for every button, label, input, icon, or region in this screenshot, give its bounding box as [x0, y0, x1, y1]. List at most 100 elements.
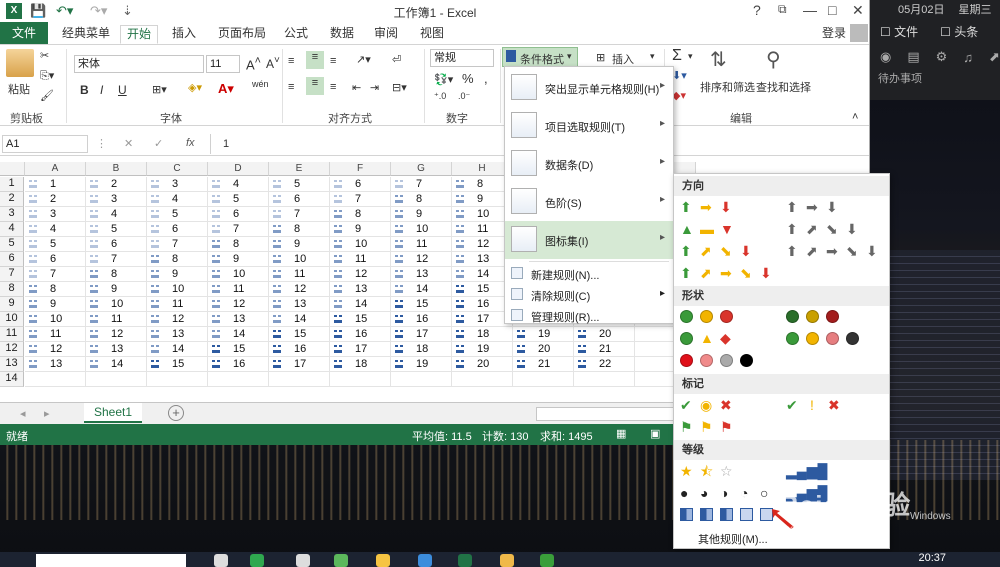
- align-middle-icon[interactable]: ≡: [306, 51, 324, 69]
- table-cell[interactable]: 6: [208, 207, 269, 222]
- table-cell[interactable]: 12: [86, 327, 147, 342]
- arrow-icon[interactable]: ◆: [720, 331, 731, 345]
- table-cell[interactable]: 17: [391, 327, 452, 342]
- table-cell[interactable]: [147, 372, 208, 387]
- table-cell[interactable]: 3: [147, 177, 208, 192]
- table-cell[interactable]: [208, 372, 269, 387]
- comma-button[interactable]: ,: [484, 71, 488, 86]
- italic-button[interactable]: I: [100, 83, 103, 97]
- table-cell[interactable]: 10: [208, 267, 269, 282]
- table-cell[interactable]: 7: [391, 177, 452, 192]
- signal-icon[interactable]: ▂▄▆█: [786, 464, 827, 478]
- minimize-button[interactable]: —: [803, 2, 817, 18]
- restore-button[interactable]: □: [828, 2, 836, 18]
- format-painter-icon[interactable]: 🖌: [40, 89, 54, 102]
- table-cell[interactable]: 17: [330, 342, 391, 357]
- table-cell[interactable]: [452, 372, 513, 387]
- cross-icon[interactable]: ✖: [828, 398, 840, 412]
- table-cell[interactable]: 9: [330, 222, 391, 237]
- normal-view-icon[interactable]: ▦: [616, 427, 626, 440]
- arrow-icon[interactable]: ⬈: [700, 244, 712, 258]
- close-button[interactable]: ✕: [852, 2, 864, 19]
- table-cell[interactable]: 11: [391, 237, 452, 252]
- table-cell[interactable]: 13: [25, 357, 86, 372]
- arrow-icon[interactable]: ➡: [806, 200, 818, 214]
- taskbar-wechat-icon[interactable]: [250, 554, 264, 567]
- boxes-icon[interactable]: [720, 508, 733, 521]
- menu-color-scales[interactable]: 色阶(S) ▸: [505, 183, 673, 221]
- increase-decimal-icon[interactable]: ⁺.0: [434, 91, 446, 102]
- taskbar-app-icon[interactable]: [214, 554, 228, 567]
- tab-view[interactable]: 视图: [414, 25, 450, 44]
- table-cell[interactable]: 12: [208, 297, 269, 312]
- circle-icon[interactable]: [806, 310, 819, 323]
- table-cell[interactable]: 16: [269, 342, 330, 357]
- table-cell[interactable]: 7: [269, 207, 330, 222]
- fill-color-icon[interactable]: ◈▾: [188, 81, 202, 94]
- table-cell[interactable]: 5: [208, 192, 269, 207]
- help-button[interactable]: ?: [753, 2, 761, 18]
- flag-icon[interactable]: ⚑: [720, 420, 733, 434]
- arrow-icon[interactable]: ➡: [720, 266, 732, 280]
- row-header[interactable]: 3: [0, 207, 24, 222]
- align-right-icon[interactable]: ≡: [330, 81, 336, 93]
- find-select-button[interactable]: 查找和选择: [756, 79, 811, 95]
- moon-icon[interactable]: ◕: [700, 486, 708, 500]
- arrow-icon[interactable]: ⬇: [720, 200, 732, 214]
- menu-manage-rules[interactable]: 管理规则(R)...: [505, 305, 673, 326]
- circle-icon[interactable]: [786, 310, 799, 323]
- table-cell[interactable]: 4: [25, 222, 86, 237]
- circle-icon[interactable]: [846, 332, 859, 345]
- menu-highlight-cells-rules[interactable]: 突出显示单元格规则(H) ▸: [505, 69, 673, 107]
- circle-icon[interactable]: [826, 332, 839, 345]
- empty-star-icon[interactable]: ☆: [720, 464, 733, 478]
- table-cell[interactable]: 2: [25, 192, 86, 207]
- arrow-icon[interactable]: ⬇: [740, 244, 752, 258]
- underline-button[interactable]: U: [118, 83, 127, 97]
- menu-clear-rules[interactable]: 清除规则(C) ▸: [505, 284, 673, 305]
- table-cell[interactable]: 15: [269, 327, 330, 342]
- borders-icon[interactable]: ⊞▾: [152, 83, 167, 96]
- name-box[interactable]: A1: [2, 135, 88, 153]
- row-header[interactable]: 9: [0, 297, 24, 312]
- wrap-text-icon[interactable]: ⏎: [392, 53, 401, 66]
- copy-icon[interactable]: ⎘▾: [40, 69, 54, 83]
- arrow-icon[interactable]: ⬇: [826, 200, 838, 214]
- taskbar-folder-icon[interactable]: [500, 554, 514, 567]
- insert-dropdown-icon[interactable]: ▾: [650, 51, 655, 62]
- moon-icon[interactable]: ◑: [720, 486, 728, 500]
- arrow-icon[interactable]: ⬊: [740, 266, 752, 280]
- table-cell[interactable]: 11: [269, 267, 330, 282]
- insert-cells-button[interactable]: 插入: [612, 51, 634, 67]
- table-cell[interactable]: [330, 372, 391, 387]
- flag-icon[interactable]: ⚑: [680, 420, 693, 434]
- table-cell[interactable]: 12: [147, 312, 208, 327]
- tab-home[interactable]: 开始: [120, 25, 159, 44]
- column-header[interactable]: B: [86, 162, 147, 176]
- row-header[interactable]: 13: [0, 357, 24, 372]
- arrow-icon[interactable]: ⬇: [760, 266, 772, 280]
- circle-icon[interactable]: [700, 310, 713, 323]
- column-header[interactable]: C: [147, 162, 208, 176]
- table-cell[interactable]: 4: [208, 177, 269, 192]
- table-cell[interactable]: [513, 372, 574, 387]
- table-cell[interactable]: 11: [330, 252, 391, 267]
- bell-icon[interactable]: ♫: [963, 50, 973, 65]
- font-size-select[interactable]: 11: [206, 55, 240, 73]
- arrow-icon[interactable]: ➡: [826, 244, 838, 258]
- arrow-icon[interactable]: ⬈: [806, 244, 818, 258]
- table-cell[interactable]: 14: [86, 357, 147, 372]
- boxes-icon[interactable]: [740, 508, 753, 521]
- taskbar-search-box[interactable]: [36, 554, 186, 567]
- options-icon[interactable]: ⋮: [96, 137, 107, 150]
- table-cell[interactable]: 10: [86, 297, 147, 312]
- row-header[interactable]: 12: [0, 342, 24, 357]
- table-cell[interactable]: 18: [391, 342, 452, 357]
- circle-icon[interactable]: [806, 332, 819, 345]
- shrink-font-icon[interactable]: A˅: [266, 55, 280, 71]
- row-header[interactable]: 8: [0, 282, 24, 297]
- table-cell[interactable]: 17: [269, 357, 330, 372]
- table-cell[interactable]: 8: [269, 222, 330, 237]
- conditional-format-button[interactable]: 条件格式 ▾: [502, 47, 578, 67]
- arrow-icon[interactable]: ➡: [700, 200, 712, 214]
